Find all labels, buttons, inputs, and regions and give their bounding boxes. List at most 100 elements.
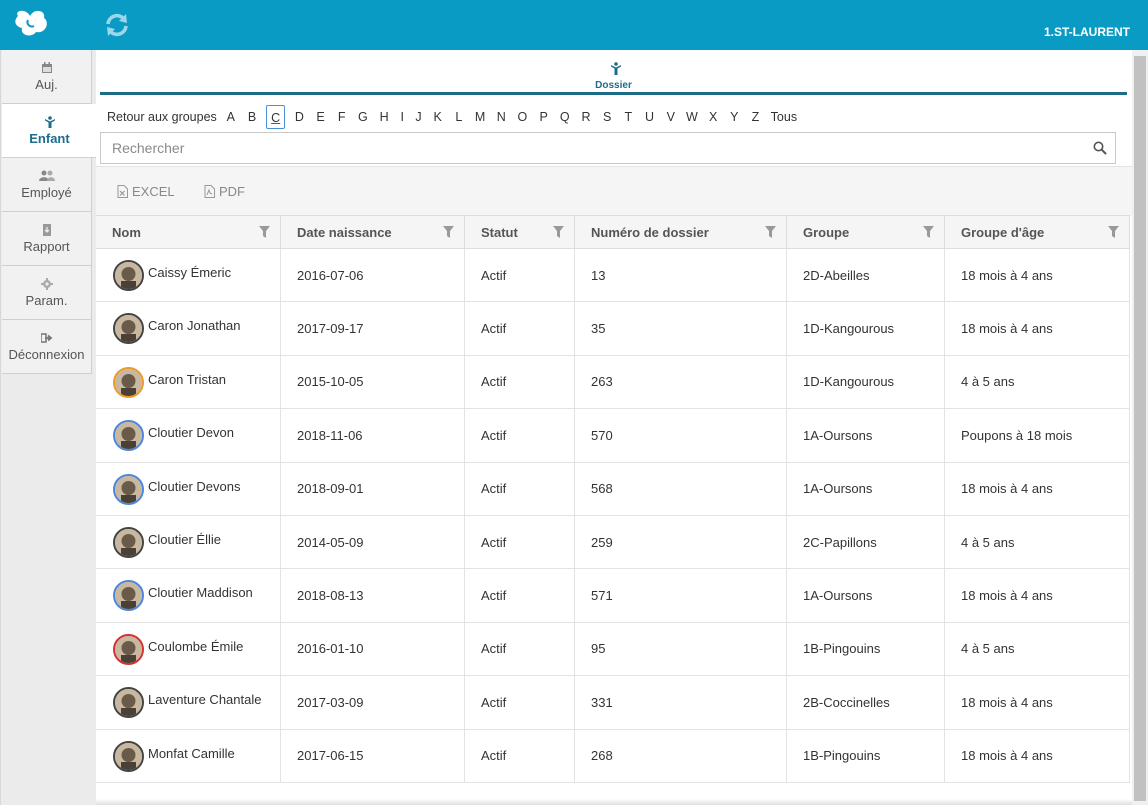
letter-f[interactable]: F [335,105,349,129]
avatar[interactable] [113,633,144,665]
letter-j[interactable]: J [413,105,423,129]
letter-d[interactable]: D [292,105,306,129]
back-to-groups-link[interactable]: Retour aux groupes [107,110,217,124]
cell-name[interactable]: Monfat Camille [96,729,281,782]
letter-i[interactable]: I [398,105,406,129]
avatar[interactable] [113,420,144,452]
cell-status[interactable]: Actif [465,622,575,676]
cell-age-group[interactable]: 18 mois à 4 ans [945,462,1130,515]
table-row[interactable]: Laventure Chantale 2017-03-09 Actif 331 2B-C… [96,676,1130,730]
refresh-icon[interactable] [104,12,130,38]
letter-q[interactable]: Q [558,105,572,129]
avatar[interactable] [113,366,144,398]
letter-p[interactable]: P [537,105,551,129]
cell-file-number[interactable]: 570 [575,409,787,462]
letter-r[interactable]: R [579,105,593,129]
cell-status[interactable]: Actif [465,409,575,462]
table-row[interactable]: Cloutier Devon 2018-11-06 Actif 570 1A-Ourso… [96,409,1130,463]
site-name[interactable]: 1.ST-LAURENT [1044,25,1130,39]
letter-t[interactable]: T [621,105,635,129]
cell-group[interactable]: 2B-Coccinelles [787,676,945,729]
letter-l[interactable]: L [452,105,466,129]
cell-status[interactable]: Actif [465,249,575,302]
cell-age-group[interactable]: 4 à 5 ans [945,355,1130,409]
filter-icon[interactable] [553,226,564,238]
sidebar-item-child[interactable]: Enfant [2,104,97,158]
cell-file-number[interactable]: 259 [575,515,787,569]
cell-name[interactable]: Caron Tristan [96,355,281,409]
cell-age-group[interactable]: 18 mois à 4 ans [945,569,1130,622]
sidebar-item-logout[interactable]: Déconnexion [2,320,92,374]
letter-c-selected[interactable]: C [266,105,286,129]
cell-name[interactable]: Caissy Émeric [96,249,281,302]
letter-w[interactable]: W [685,105,699,129]
avatar[interactable] [113,526,144,558]
cell-group[interactable]: 2C-Papillons [787,515,945,569]
cell-name[interactable]: Cloutier Maddison [96,569,281,622]
cell-status[interactable]: Actif [465,355,575,409]
cell-age-group[interactable]: 18 mois à 4 ans [945,302,1130,355]
cell-dob[interactable]: 2014-05-09 [281,515,465,569]
cell-dob[interactable]: 2017-09-17 [281,302,465,355]
sidebar-item-today[interactable]: Auj. [2,50,92,104]
letter-g[interactable]: G [356,105,370,129]
cell-name[interactable]: Cloutier Éllie [96,515,281,569]
cell-group[interactable]: 1B-Pingouins [787,622,945,676]
table-row[interactable]: Caron Tristan 2015-10-05 Actif 263 1D-Kangou… [96,355,1130,410]
cell-status[interactable]: Actif [465,569,575,622]
column-header-status[interactable]: Statut [465,216,575,249]
cell-age-group[interactable]: 18 mois à 4 ans [945,729,1130,782]
avatar[interactable] [113,687,144,719]
cell-group[interactable]: 2D-Abeilles [787,249,945,302]
avatar[interactable] [113,580,144,612]
cell-status[interactable]: Actif [465,676,575,729]
letter-v[interactable]: V [664,105,678,129]
cell-group[interactable]: 1B-Pingouins [787,729,945,782]
avatar[interactable] [113,740,144,772]
cell-group[interactable]: 1D-Kangourous [787,355,945,409]
cell-name[interactable]: Cloutier Devon [96,409,281,462]
sidebar-item-report[interactable]: Rapport [2,212,92,266]
search-icon[interactable] [1093,141,1107,155]
cell-file-number[interactable]: 35 [575,302,787,355]
tab-dossier[interactable]: Dossier [100,58,1127,95]
cell-name[interactable]: Laventure Chantale [96,676,281,729]
cell-group[interactable]: 1A-Oursons [787,569,945,622]
vertical-scrollbar[interactable] [1132,50,1148,805]
table-row[interactable]: Cloutier Maddison 2018-08-13 Actif 571 1A-Ou… [96,569,1130,623]
letter-b[interactable]: B [245,105,259,129]
avatar[interactable] [113,260,144,291]
cell-file-number[interactable]: 263 [575,355,787,409]
cell-group[interactable]: 1A-Oursons [787,409,945,462]
letter-all[interactable]: Tous [771,110,797,124]
filter-icon[interactable] [443,226,454,238]
cell-dob[interactable]: 2016-07-06 [281,249,465,302]
letter-z[interactable]: Z [748,105,762,129]
table-row[interactable]: Caron Jonathan 2017-09-17 Actif 35 1D-Kangou… [96,302,1130,356]
cell-dob[interactable]: 2018-09-01 [281,462,465,515]
butterfly-logo-icon[interactable] [12,6,52,42]
cell-dob[interactable]: 2018-11-06 [281,409,465,462]
cell-file-number[interactable]: 568 [575,462,787,515]
table-row[interactable]: Coulombe Émile 2016-01-10 Actif 95 1B-Pingou… [96,622,1130,677]
letter-s[interactable]: S [600,105,614,129]
table-row[interactable]: Monfat Camille 2017-06-15 Actif 268 1B-Pingo… [96,729,1130,783]
letter-e[interactable]: E [314,105,328,129]
pdf-export-button[interactable]: PDF [204,184,245,199]
cell-age-group[interactable]: 4 à 5 ans [945,515,1130,569]
cell-file-number[interactable]: 571 [575,569,787,622]
cell-name[interactable]: Cloutier Devons [96,462,281,515]
cell-group[interactable]: 1D-Kangourous [787,302,945,355]
cell-age-group[interactable]: 18 mois à 4 ans [945,676,1130,729]
letter-m[interactable]: M [473,105,487,129]
letter-u[interactable]: U [643,105,657,129]
cell-dob[interactable]: 2017-03-09 [281,676,465,729]
cell-age-group[interactable]: 4 à 5 ans [945,622,1130,676]
filter-icon[interactable] [1108,226,1119,238]
letter-h[interactable]: H [377,105,391,129]
column-header-name[interactable]: Nom [96,216,281,249]
column-header-dob[interactable]: Date naissance [281,216,465,249]
avatar[interactable] [113,473,144,505]
cell-dob[interactable]: 2015-10-05 [281,355,465,409]
sidebar-item-employee[interactable]: Employé [2,158,92,212]
